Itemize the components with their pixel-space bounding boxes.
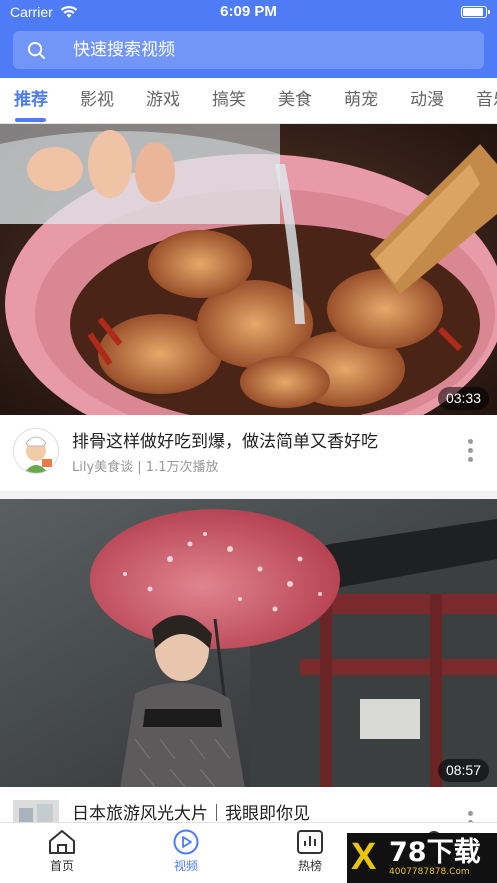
video-thumbnail[interactable]: 08:57 bbox=[0, 499, 497, 787]
video-title[interactable]: 排骨这样做好吃到爆，做法简单又香好吃 bbox=[72, 427, 378, 452]
video-title[interactable]: 日本旅游风光大片｜我眼即你见 bbox=[72, 799, 310, 824]
video-thumbnail[interactable]: 03:33 bbox=[0, 124, 497, 415]
status-time: 6:09 PM bbox=[220, 3, 277, 20]
chef-avatar-icon bbox=[14, 429, 58, 473]
watermark-logo: X 78下载 4007787878.Com bbox=[347, 833, 497, 883]
bar-chart-icon bbox=[297, 830, 323, 854]
tab-food[interactable]: 美食 bbox=[278, 78, 312, 123]
tab-anime[interactable]: 动漫 bbox=[410, 78, 444, 123]
search-icon bbox=[27, 41, 46, 60]
tab-funny[interactable]: 搞笑 bbox=[212, 78, 246, 123]
battery-icon bbox=[461, 6, 490, 18]
tab-games[interactable]: 游戏 bbox=[146, 78, 180, 123]
tabbar-item-home[interactable]: 首页 bbox=[22, 829, 102, 874]
divider bbox=[0, 491, 497, 499]
play-circle-icon bbox=[173, 829, 199, 855]
tabbar-label: 热榜 bbox=[297, 859, 322, 873]
search-placeholder: 快速搜索视频 bbox=[73, 40, 175, 60]
tabbar-item-video[interactable]: 视频 bbox=[146, 829, 226, 874]
top-header: Carrier 6:09 PM 快速搜索视频 bbox=[0, 0, 497, 78]
active-tab-indicator bbox=[15, 118, 46, 122]
video-duration: 08:57 bbox=[437, 759, 489, 782]
tab-movies[interactable]: 影视 bbox=[80, 78, 114, 123]
category-tabs: 推荐 影视 游戏 搞笑 美食 萌宠 动漫 音乐 bbox=[0, 78, 497, 124]
travel-scene-image bbox=[0, 499, 497, 787]
tab-pets[interactable]: 萌宠 bbox=[344, 78, 378, 123]
video-meta: Lily美食谈 | 1.1万次播放 bbox=[72, 460, 219, 475]
more-options-icon[interactable] bbox=[463, 439, 477, 465]
tab-music[interactable]: 音乐 bbox=[476, 78, 497, 123]
watermark-url: 4007787878.Com bbox=[389, 867, 470, 877]
food-scene-image bbox=[0, 124, 497, 415]
video-info-row[interactable]: 排骨这样做好吃到爆，做法简单又香好吃 Lily美食谈 | 1.1万次播放 bbox=[0, 415, 497, 491]
video-duration: 03:33 bbox=[437, 387, 489, 410]
status-bar: Carrier 6:09 PM bbox=[0, 0, 497, 24]
tabbar-label: 首页 bbox=[49, 859, 74, 873]
watermark-brand: 78下载 bbox=[389, 837, 481, 868]
avatar[interactable] bbox=[13, 428, 59, 474]
tabbar-label: 视频 bbox=[173, 859, 198, 873]
home-icon bbox=[49, 830, 75, 854]
tabbar-item-trending[interactable]: 热榜 bbox=[270, 829, 350, 874]
watermark-x: X bbox=[351, 836, 377, 878]
search-bar[interactable]: 快速搜索视频 bbox=[13, 31, 484, 69]
